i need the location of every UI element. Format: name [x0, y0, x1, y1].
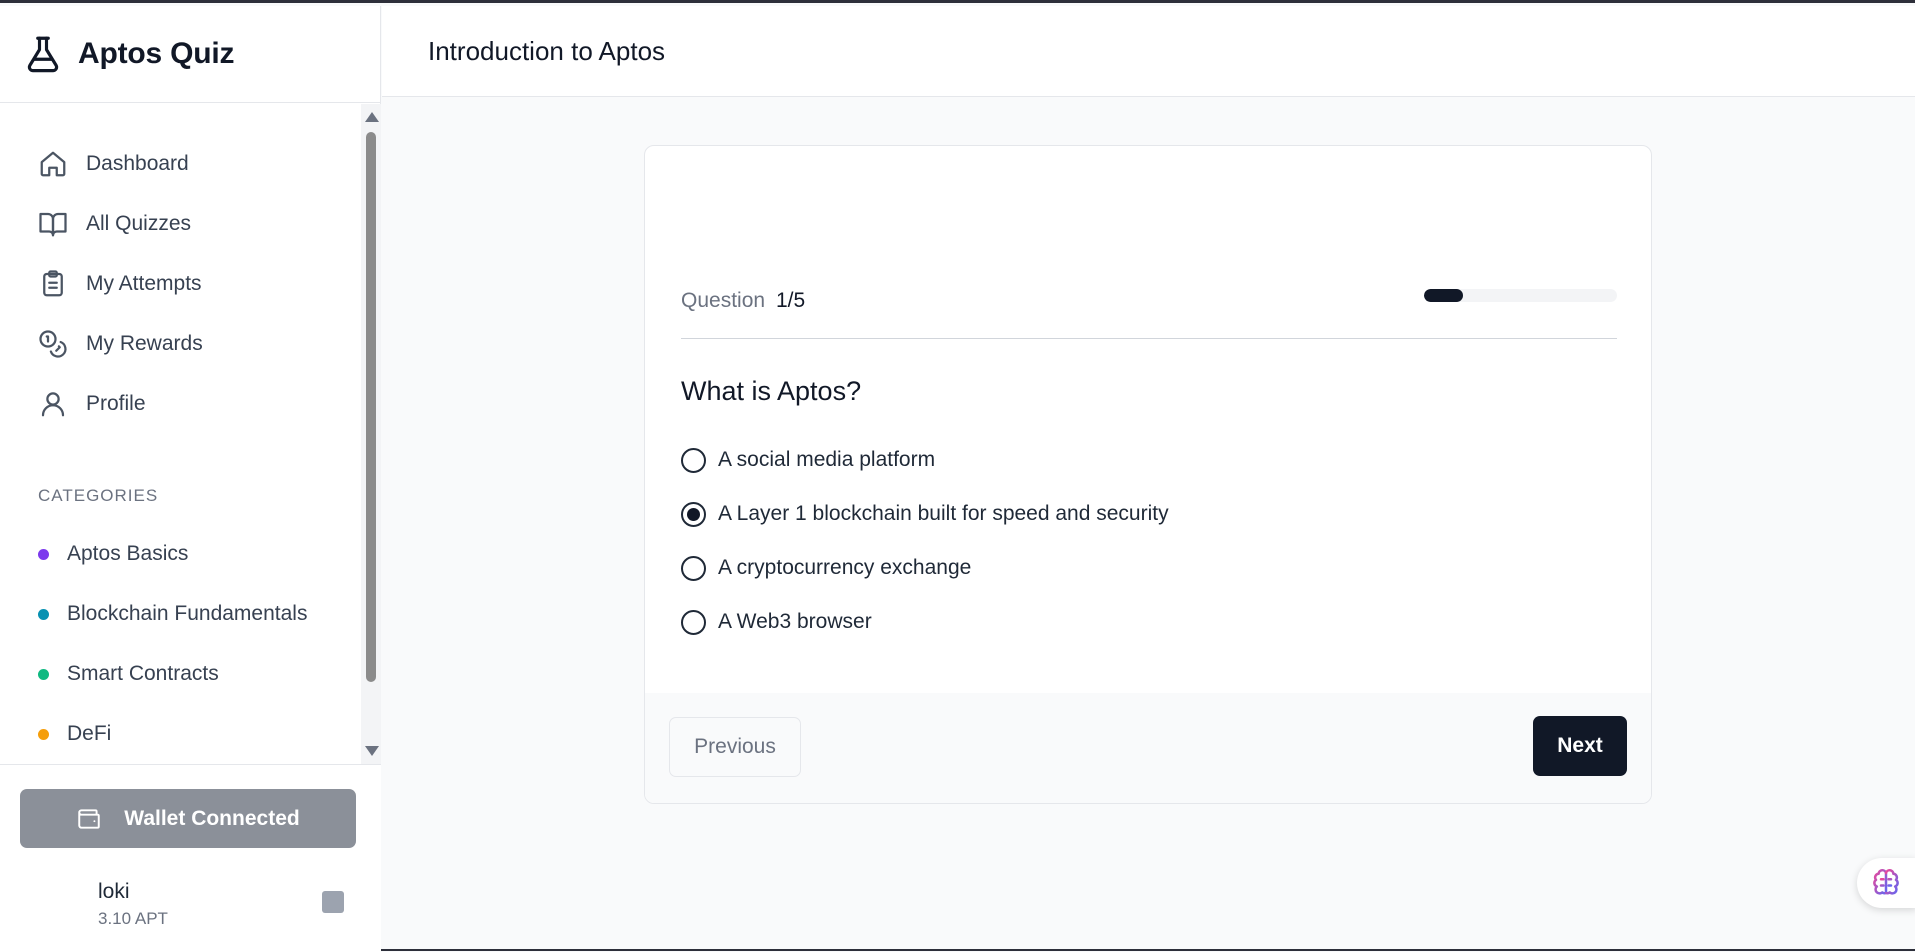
question-label: Question [681, 289, 766, 312]
wallet-icon [78, 808, 101, 829]
book-icon [39, 212, 67, 237]
next-button[interactable]: Next [1533, 716, 1627, 776]
sidebar-item-label: Profile [86, 392, 146, 415]
quiz-card: Question 1/5 What is Aptos? A social med… [644, 145, 1652, 804]
sidebar-nav: Dashboard All Quizzes My Attempts My Rew… [0, 104, 381, 434]
category-label: Aptos Basics [67, 542, 189, 565]
radio-button[interactable] [681, 609, 706, 635]
answer-option-label: A Web3 browser [718, 610, 872, 633]
brand[interactable]: Aptos Quiz [0, 6, 380, 103]
sidebar-item-my-rewards[interactable]: My Rewards [0, 314, 381, 374]
sidebar-item-label: My Rewards [86, 332, 203, 355]
category-item-blockchain-fundamentals[interactable]: Blockchain Fundamentals [0, 584, 381, 644]
clipboard-icon [43, 270, 63, 297]
brain-icon [1873, 868, 1899, 895]
category-dot [38, 548, 49, 560]
answer-option-label: A cryptocurrency exchange [718, 556, 972, 579]
sidebar-scroll-area: Dashboard All Quizzes My Attempts My Rew… [0, 104, 381, 764]
radio-button[interactable] [681, 501, 706, 527]
radio-button[interactable] [681, 447, 706, 473]
categories-heading: CATEGORIES [38, 486, 159, 505]
home-icon [40, 151, 66, 177]
scroll-up-arrow-icon[interactable] [365, 112, 379, 122]
previous-button[interactable]: Previous [669, 717, 801, 777]
quiz-card-footer: Previous Next [645, 693, 1651, 803]
radio-button[interactable] [681, 555, 706, 581]
radio-selected-dot [687, 507, 700, 521]
sidebar-item-profile[interactable]: Profile [0, 374, 381, 434]
sidebar-item-label: All Quizzes [86, 212, 192, 235]
flask-icon [27, 36, 59, 73]
sidebar: Aptos Quiz Dashboard All Quizzes My Atte… [0, 6, 381, 952]
question-counter: 1/5 [776, 289, 806, 312]
coins-icon [39, 330, 67, 358]
scroll-down-arrow-icon[interactable] [365, 746, 379, 756]
answer-option-label: A social media platform [718, 448, 936, 471]
categories-list: Aptos Basics Blockchain Fundamentals Sma… [0, 524, 381, 764]
answer-option[interactable]: A social media platform [681, 433, 1169, 487]
page-header: Introduction to Aptos [382, 6, 1915, 97]
wallet-section: Wallet Connected loki 3.10 APT [0, 764, 381, 952]
category-label: DeFi [67, 722, 112, 745]
sidebar-item-label: My Attempts [86, 272, 202, 295]
category-dot [38, 668, 49, 680]
category-item-smart-contracts[interactable]: Smart Contracts [0, 644, 381, 704]
question-text: What is Aptos? [681, 376, 862, 406]
answer-option[interactable]: A Web3 browser [681, 595, 1169, 649]
user-name: loki [98, 880, 130, 903]
category-label: Smart Contracts [67, 662, 219, 685]
wallet-button-label: Wallet Connected [124, 806, 300, 830]
question-progress-row: Question 1/5 [681, 289, 1617, 339]
answer-option[interactable]: A cryptocurrency exchange [681, 541, 1169, 595]
brand-name: Aptos Quiz [78, 37, 235, 70]
scrollbar-thumb[interactable] [366, 132, 376, 682]
user-balance: 3.10 APT [98, 909, 168, 928]
category-dot [38, 728, 49, 740]
answer-options: A social media platform A Layer 1 blockc… [681, 433, 1169, 649]
disconnect-icon[interactable] [322, 891, 344, 913]
app-frame: Aptos Quiz Dashboard All Quizzes My Atte… [0, 0, 1915, 952]
assistant-fab-button[interactable] [1857, 858, 1915, 908]
category-dot [38, 608, 49, 620]
sidebar-item-dashboard[interactable]: Dashboard [0, 134, 381, 194]
category-item-aptos-basics[interactable]: Aptos Basics [0, 524, 381, 584]
answer-option-label: A Layer 1 blockchain built for speed and… [718, 502, 1169, 525]
answer-option[interactable]: A Layer 1 blockchain built for speed and… [681, 487, 1169, 541]
wallet-connected-button[interactable]: Wallet Connected [20, 789, 356, 848]
sidebar-item-all-quizzes[interactable]: All Quizzes [0, 194, 381, 254]
user-icon [41, 392, 65, 417]
progress-bar [1424, 289, 1617, 302]
progress-bar-fill [1424, 289, 1463, 302]
sidebar-item-label: Dashboard [86, 152, 189, 175]
page-title: Introduction to Aptos [428, 35, 666, 66]
sidebar-scrollbar[interactable] [361, 104, 381, 764]
sidebar-item-my-attempts[interactable]: My Attempts [0, 254, 381, 314]
category-label: Blockchain Fundamentals [67, 602, 308, 625]
category-item-defi[interactable]: DeFi [0, 704, 381, 764]
